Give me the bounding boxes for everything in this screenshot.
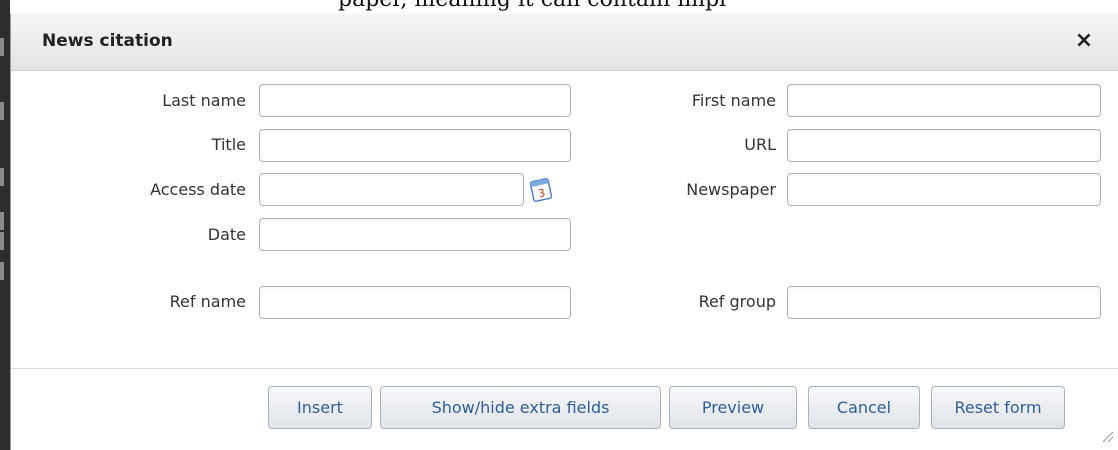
ref-name-label: Ref name — [169, 292, 246, 311]
cancel-button[interactable]: Cancel — [808, 386, 920, 429]
dialog-titlebar: News citation × — [11, 14, 1118, 71]
footer-divider — [11, 368, 1118, 369]
dialog-title: News citation — [42, 31, 173, 51]
title-label: Title — [211, 135, 246, 154]
date-input[interactable] — [259, 218, 571, 251]
access-date-input[interactable] — [259, 173, 524, 206]
show-hide-extra-fields-button[interactable]: Show/hide extra fields — [380, 386, 661, 429]
newspaper-input[interactable] — [787, 173, 1101, 206]
url-input[interactable] — [787, 129, 1101, 162]
access-date-label: Access date — [150, 180, 246, 199]
ref-group-input[interactable] — [787, 286, 1101, 319]
ref-name-input[interactable] — [259, 286, 571, 319]
preview-button[interactable]: Preview — [669, 386, 797, 429]
first-name-input[interactable] — [787, 84, 1101, 117]
url-label: URL — [744, 135, 776, 154]
resize-grip-icon[interactable] — [1100, 429, 1114, 443]
reset-form-button[interactable]: Reset form — [931, 386, 1065, 429]
last-name-input[interactable] — [259, 84, 571, 117]
last-name-label: Last name — [162, 91, 246, 110]
background-page-text: paper, meaning it can contain impl — [338, 0, 726, 12]
background-page: paper, meaning it can contain impl — [0, 0, 1118, 14]
newspaper-label: Newspaper — [686, 180, 776, 199]
insert-button[interactable]: Insert — [268, 386, 372, 429]
title-input[interactable] — [259, 129, 571, 162]
news-citation-dialog: News citation × Last name First name Tit… — [10, 14, 1118, 450]
ref-group-label: Ref group — [698, 292, 776, 311]
background-page-edge — [0, 0, 10, 450]
date-label: Date — [207, 225, 246, 244]
first-name-label: First name — [691, 91, 776, 110]
close-icon[interactable]: × — [1071, 26, 1097, 56]
